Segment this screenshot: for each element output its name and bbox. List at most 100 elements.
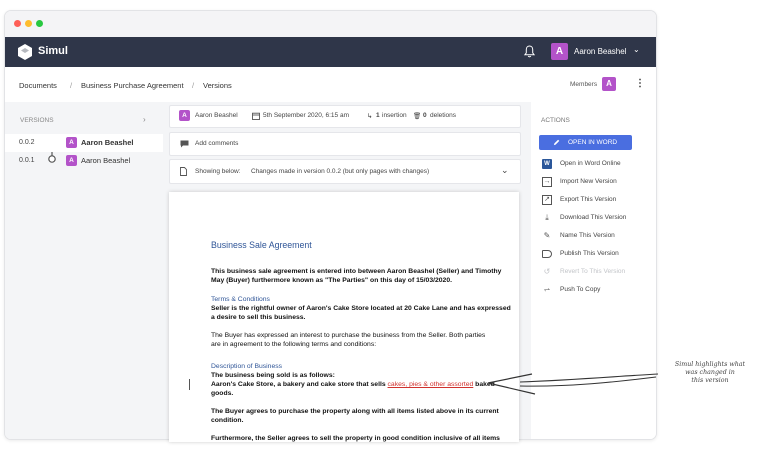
add-comments-field[interactable]: Add comments [169,132,521,156]
breadcrumb-documents[interactable]: Documents [19,81,57,90]
breadcrumb-versions[interactable]: Versions [203,81,232,90]
showing-label: Showing below: [195,168,241,175]
import-new-version-action[interactable]: → Import New Version [542,176,652,190]
push-to-copy-action[interactable]: ⥋ Push To Copy [542,284,652,298]
versions-sidebar: VERSIONS › 0.0.2 A Aaron Beashel 0.0.1 A… [5,102,164,439]
doc-paragraph: condition. [211,417,244,424]
meta-author: Aaron Beashel [195,112,238,119]
action-label: Export This Version [560,196,617,203]
doc-heading-description: Description of Business [211,363,283,370]
comment-icon [180,140,189,148]
doc-paragraph: Seller is the rightful owner of Aaron's … [211,305,511,312]
actions-title: ACTIONS [541,117,570,124]
doc-paragraph: Furthermore, the Seller agrees to sell t… [211,435,500,442]
version-item-0-0-1[interactable]: 0.0.1 A Aaron Beashel [5,152,163,170]
doc-paragraph: The business being sold is as follows: [211,372,335,379]
doc-paragraph: The Buyer agrees to purchase the propert… [211,408,499,415]
change-marker [189,379,190,390]
breadcrumb-business-purchase-agreement[interactable]: Business Purchase Agreement [81,81,184,90]
doc-text: Aaron's Cake Store, a bakery and cake st… [211,381,388,388]
branch-icon: ⥋ [543,285,551,294]
annotation-note: Simul highlights what was changed in thi… [660,361,760,385]
inserted-change-text: cakes, pies & other assorted [387,381,474,388]
members-label: Members [570,81,598,88]
pencil-icon: ✎ [543,231,551,240]
member-avatar[interactable]: A [602,77,616,91]
minimize-window-button[interactable] [25,20,32,27]
user-avatar[interactable]: A [551,43,568,60]
insertions-count: 1 [376,112,380,119]
annotation-line: Simul highlights what [674,361,746,368]
breadcrumb-separator: / [192,81,195,90]
breadcrumb: Documents / Business Purchase Agreement … [5,67,656,103]
chevron-down-icon[interactable]: ⌄ [501,165,509,176]
import-icon: → [542,177,552,187]
breadcrumb-separator: / [70,81,73,90]
annotation-line: this version [691,377,729,384]
download-this-version-action[interactable]: ⤓ Download This Version [542,212,652,226]
export-icon: ↗ [542,195,552,205]
open-in-word-label: OPEN IN WORD [568,139,618,146]
annotation-line: was changed in [685,369,735,376]
doc-paragraph: goods. [211,390,234,397]
chevron-down-icon[interactable]: ⌄ [633,45,640,54]
brand-name[interactable]: Simul [38,45,68,57]
add-comments-label: Add comments [195,140,239,147]
version-number: 0.0.2 [19,139,35,146]
name-this-version-action[interactable]: ✎ Name This Version [542,230,652,244]
calendar-icon [252,112,260,120]
deletions-count: 0 [423,112,427,119]
action-label: Open in Word Online [560,160,621,167]
user-name[interactable]: Aaron Beashel [574,47,626,56]
revert-to-this-version-action[interactable]: ↺ Revert To This Version [542,266,652,280]
version-number: 0.0.1 [19,157,35,164]
document-icon [180,167,187,176]
insertions-label: insertion [382,112,407,119]
open-in-word-online-action[interactable]: W Open in Word Online [542,158,652,172]
open-in-word-button[interactable]: OPEN IN WORD [539,135,632,150]
action-label: Import New Version [560,178,617,185]
version-author: Aaron Beashel [81,138,134,147]
word-icon: W [542,159,552,169]
deletions-icon: 🗑 [413,113,422,120]
top-navbar: Simul A Aaron Beashel ⌄ [5,37,656,67]
annotation-arrow [487,373,659,395]
simul-logo-icon [18,44,32,60]
tag-icon [542,250,552,258]
doc-paragraph: May (Buyer) furthermore known as "The Pa… [211,277,453,284]
doc-paragraph: The Buyer has expressed an interest to p… [211,332,486,339]
bell-icon[interactable] [524,45,535,58]
publish-this-version-action[interactable]: Publish This Version [542,248,652,262]
showing-changes-dropdown[interactable]: Showing below: Changes made in version 0… [169,159,521,184]
action-label: Publish This Version [560,250,619,257]
meta-author-avatar: A [179,110,190,121]
insertions-icon: ↳ [367,113,373,120]
pencil-icon [553,139,560,146]
deletions-label: deletions [430,112,457,119]
versions-title: VERSIONS [20,117,54,124]
more-options-icon[interactable]: ⋮ [635,78,645,89]
doc-paragraph: are in agreement to the following terms … [211,341,377,348]
document-title: Business Sale Agreement [211,240,312,250]
export-this-version-action[interactable]: ↗ Export This Version [542,194,652,208]
doc-paragraph: This business sale agreement is entered … [211,268,502,275]
showing-value: Changes made in version 0.0.2 (but only … [251,168,430,175]
meta-date: 5th September 2020, 6:15 am [263,112,350,119]
action-label: Download This Version [560,214,627,221]
doc-heading-terms: Terms & Conditions [211,296,270,303]
document-page: Business Sale Agreement This business sa… [169,192,519,442]
close-window-button[interactable] [14,20,21,27]
doc-paragraph-changed-line: Aaron's Cake Store, a bakery and cake st… [211,381,495,390]
version-author-avatar: A [66,137,77,148]
chevron-right-icon[interactable]: › [143,115,146,124]
version-meta-bar: A Aaron Beashel 5th September 2020, 6:15… [169,105,521,128]
version-author: Aaron Beashel [81,156,131,165]
maximize-window-button[interactable] [36,20,43,27]
version-item-0-0-2[interactable]: 0.0.2 A Aaron Beashel [5,134,163,152]
doc-paragraph: a desire to sell this business. [211,314,306,321]
action-label: Name This Version [560,232,615,239]
revert-icon: ↺ [543,267,551,276]
window-titlebar [5,11,656,38]
action-label: Push To Copy [560,286,601,293]
version-author-avatar: A [66,155,77,166]
